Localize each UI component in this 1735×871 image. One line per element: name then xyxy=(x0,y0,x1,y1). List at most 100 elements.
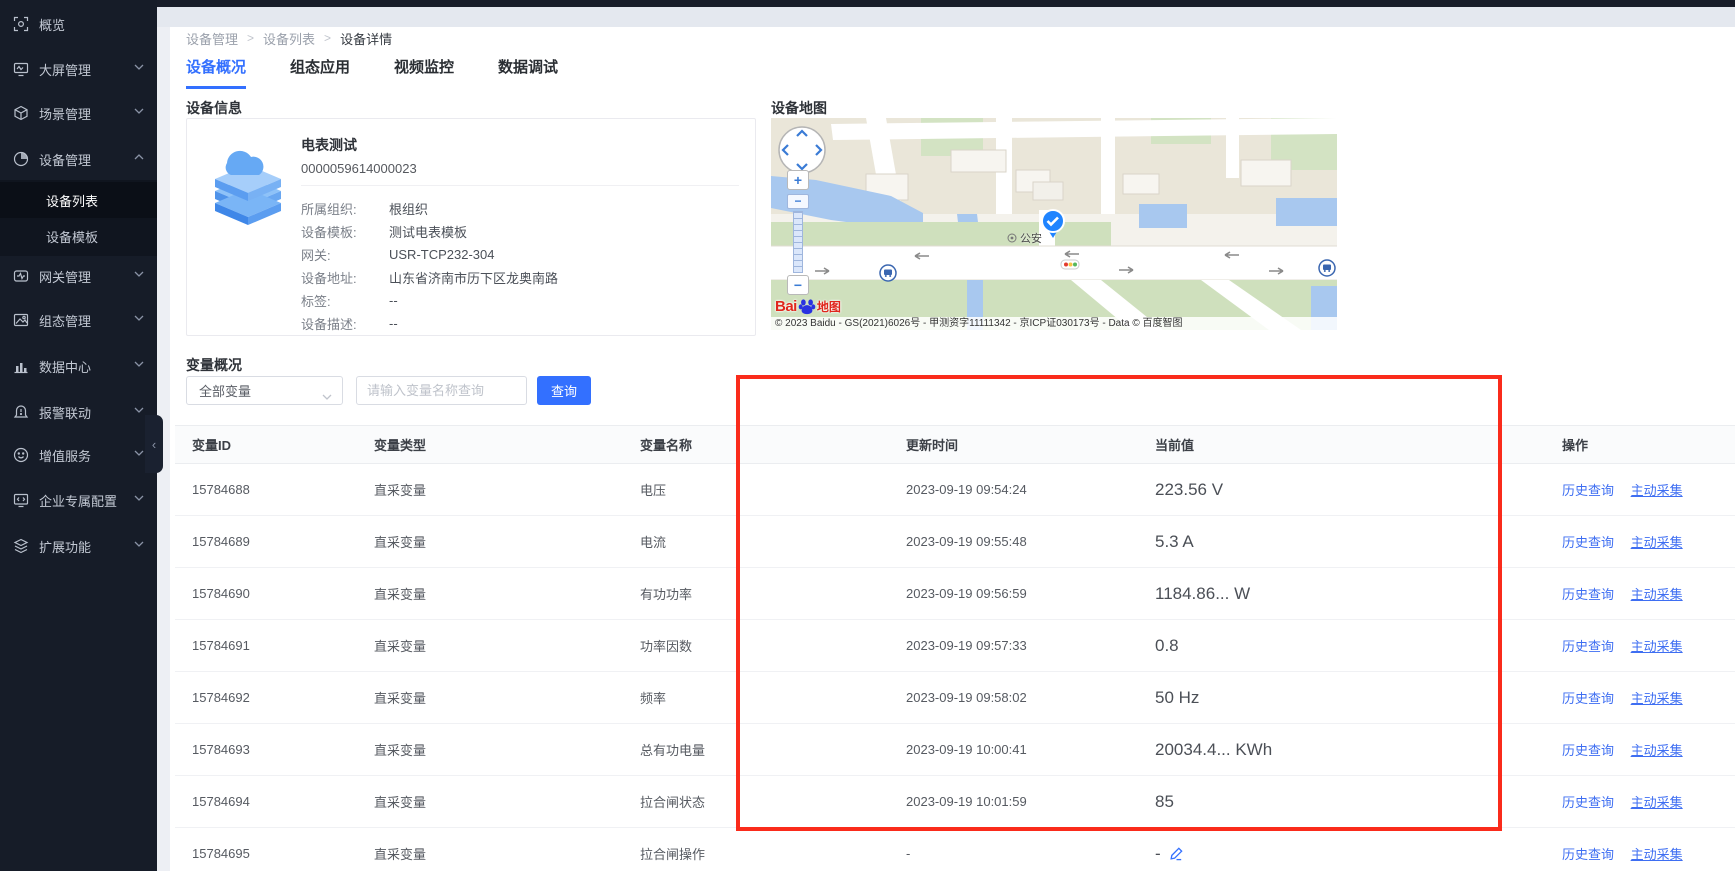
history-query-link[interactable]: 历史查询 xyxy=(1562,639,1614,654)
zoom-in-button[interactable]: + xyxy=(787,170,809,190)
active-collect-link[interactable]: 主动采集 xyxy=(1631,639,1683,654)
zoom-out-button[interactable]: − xyxy=(787,275,809,295)
variables-table: 变量ID 变量类型 变量名称 更新时间 当前值 操作 15784688 直采变量… xyxy=(175,425,1735,871)
cell-variable-name: 拉合闸操作 xyxy=(640,844,906,863)
tab-video-monitor[interactable]: 视频监控 xyxy=(394,56,454,89)
history-query-link[interactable]: 历史查询 xyxy=(1562,535,1614,550)
history-query-link[interactable]: 历史查询 xyxy=(1562,743,1614,758)
col-variable-name: 变量名称 xyxy=(640,435,906,454)
device-location-marker[interactable] xyxy=(1039,208,1067,245)
table-row: 15784694 直采变量 拉合闸状态 2023-09-19 10:01:59 … xyxy=(175,776,1735,828)
cell-variable-type: 直采变量 xyxy=(374,792,640,811)
cell-variable-name: 总有功电量 xyxy=(640,740,906,759)
cell-actions: 历史查询 主动采集 xyxy=(1562,636,1735,655)
cell-current-value: 85 xyxy=(1155,792,1562,812)
table-row: 15784690 直采变量 有功功率 2023-09-19 09:56:59 1… xyxy=(175,568,1735,620)
sidebar-item-label: 大屏管理 xyxy=(39,60,91,79)
tab-device-overview[interactable]: 设备概况 xyxy=(186,56,246,89)
field-label: 标签: xyxy=(301,291,389,310)
cube-icon xyxy=(13,105,29,121)
sidebar-item-bigscreen[interactable]: 大屏管理 xyxy=(0,51,157,87)
cell-variable-id: 15784691 xyxy=(192,638,374,653)
cell-current-value: 50 Hz xyxy=(1155,688,1562,708)
table-row: 15784692 直采变量 频率 2023-09-19 09:58:02 50 … xyxy=(175,672,1735,724)
cell-variable-type: 直采变量 xyxy=(374,636,640,655)
cell-current-value: 5.3 A xyxy=(1155,532,1562,552)
sidebar-item-enterprise[interactable]: 企业专属配置 xyxy=(0,482,157,518)
table-header-row: 变量ID 变量类型 变量名称 更新时间 当前值 操作 xyxy=(175,425,1735,464)
active-collect-link[interactable]: 主动采集 xyxy=(1631,691,1683,706)
zoom-slider-track[interactable] xyxy=(793,211,803,273)
cell-update-time: 2023-09-19 09:58:02 xyxy=(906,690,1155,705)
history-query-link[interactable]: 历史查询 xyxy=(1562,483,1614,498)
tab-data-debug[interactable]: 数据调试 xyxy=(498,56,558,89)
device-map-title: 设备地图 xyxy=(771,98,827,118)
cell-variable-name: 有功功率 xyxy=(640,584,906,603)
bus-stop-icon xyxy=(1319,260,1335,276)
active-collect-link[interactable]: 主动采集 xyxy=(1631,795,1683,810)
sidebar-item-label: 数据中心 xyxy=(39,357,91,376)
sidebar-item-device-template[interactable]: 设备模板 xyxy=(0,218,157,254)
sidebar-item-device-list[interactable]: 设备列表 xyxy=(0,182,157,218)
sidebar-item-datacenter[interactable]: 数据中心 xyxy=(0,348,157,384)
history-query-link[interactable]: 历史查询 xyxy=(1562,691,1614,706)
filter-selected-value: 全部变量 xyxy=(199,381,251,400)
active-collect-link[interactable]: 主动采集 xyxy=(1631,847,1683,862)
sidebar-item-label: 企业专属配置 xyxy=(39,491,117,510)
variable-search-input[interactable] xyxy=(356,376,527,405)
cell-actions: 历史查询 主动采集 xyxy=(1562,480,1735,499)
cell-variable-id: 15784694 xyxy=(192,794,374,809)
device-id: 0000059614000023 xyxy=(301,161,417,176)
breadcrumb-item[interactable]: 设备列表 xyxy=(263,29,315,48)
device-field-row: 所属组织: 根组织 xyxy=(301,197,558,220)
cell-current-value: 1184.86... W xyxy=(1155,584,1562,604)
sidebar-collapse-handle[interactable]: ‹ xyxy=(145,415,163,473)
sidebar-item-label: 概览 xyxy=(39,15,65,34)
active-collect-link[interactable]: 主动采集 xyxy=(1631,743,1683,758)
bigscreen-icon xyxy=(13,61,29,77)
sidebar-item-scene[interactable]: 场景管理 xyxy=(0,95,157,131)
sidebar-item-gateway[interactable]: 网关管理 xyxy=(0,258,157,294)
active-collect-link[interactable]: 主动采集 xyxy=(1631,483,1683,498)
device-field-row: 设备地址: 山东省济南市历下区龙奥南路 xyxy=(301,266,558,289)
cell-variable-type: 直采变量 xyxy=(374,480,640,499)
zoom-slider-handle[interactable]: − xyxy=(787,194,809,209)
search-button[interactable]: 查询 xyxy=(537,376,591,405)
breadcrumb-item[interactable]: 设备管理 xyxy=(186,29,238,48)
active-collect-link[interactable]: 主动采集 xyxy=(1631,587,1683,602)
cell-variable-name: 频率 xyxy=(640,688,906,707)
sidebar-item-extension[interactable]: 扩展功能 xyxy=(0,528,157,564)
sidebar-item-hmi[interactable]: 组态管理 xyxy=(0,302,157,338)
edit-pencil-icon[interactable] xyxy=(1169,846,1184,861)
variable-filter-select[interactable]: 全部变量 xyxy=(186,376,343,405)
picture-icon xyxy=(13,312,29,328)
map-zoom-control: + − − xyxy=(787,170,809,295)
sidebar-item-overview[interactable]: 概览 xyxy=(0,6,157,42)
variables-table-body: 15784688 直采变量 电压 2023-09-19 09:54:24 223… xyxy=(175,464,1735,871)
cell-variable-type: 直采变量 xyxy=(374,688,640,707)
map-poi-label: 公安 xyxy=(1007,230,1042,246)
history-query-link[interactable]: 历史查询 xyxy=(1562,795,1614,810)
sidebar-item-alarm[interactable]: 报警联动 xyxy=(0,394,157,430)
field-label: 所属组织: xyxy=(301,199,389,218)
tab-hmi-app[interactable]: 组态应用 xyxy=(290,56,350,89)
poi-dot-icon xyxy=(1007,233,1017,243)
device-image xyxy=(205,129,291,234)
sidebar-item-services[interactable]: 增值服务 xyxy=(0,437,157,473)
gateway-icon xyxy=(13,268,29,284)
active-collect-link[interactable]: 主动采集 xyxy=(1631,535,1683,550)
col-update-time: 更新时间 xyxy=(906,435,1155,454)
history-query-link[interactable]: 历史查询 xyxy=(1562,847,1614,862)
col-variable-type: 变量类型 xyxy=(374,435,640,454)
chevron-down-icon xyxy=(134,64,144,70)
table-row: 15784688 直采变量 电压 2023-09-19 09:54:24 223… xyxy=(175,464,1735,516)
cell-current-value: 223.56 V xyxy=(1155,480,1562,500)
breadcrumb-separator: > xyxy=(324,31,331,45)
field-value: 山东省济南市历下区龙奥南路 xyxy=(389,268,558,287)
history-query-link[interactable]: 历史查询 xyxy=(1562,587,1614,602)
overview-icon xyxy=(13,16,29,32)
device-info-title: 设备信息 xyxy=(186,98,242,118)
device-map[interactable]: 公安 + − − Bai xyxy=(771,118,1337,330)
chevron-down-icon xyxy=(134,495,144,501)
sidebar-item-device[interactable]: 设备管理 xyxy=(0,141,157,177)
